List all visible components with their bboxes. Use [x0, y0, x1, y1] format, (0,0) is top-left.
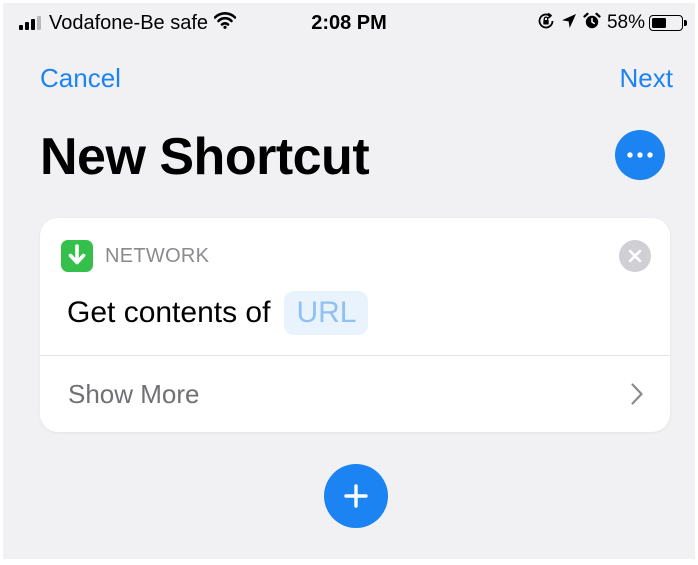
location-arrow-icon [555, 13, 577, 34]
get-contents-of-url-action[interactable]: NETWORK Get contents of URL Show More [40, 218, 670, 432]
cancel-button[interactable]: Cancel [40, 63, 121, 93]
alarm-icon [577, 12, 601, 35]
action-parameter-row: Get contents of URL [67, 290, 369, 336]
remove-action-button[interactable] [619, 240, 651, 272]
action-text: Get contents of [67, 296, 271, 329]
show-more-label: Show More [68, 379, 200, 409]
ellipsis-icon [627, 152, 653, 158]
chevron-right-icon [631, 383, 643, 405]
more-options-button[interactable] [615, 130, 665, 180]
category-label: NETWORK [105, 244, 210, 267]
page-title: New Shortcut [40, 128, 370, 186]
download-arrow-icon [61, 240, 93, 272]
battery-level [652, 18, 666, 28]
shortcut-editor-screen: Vodafone-Be safe 2:08 PM 58% Cancel Next… [3, 3, 695, 559]
battery-percent: 58% [606, 12, 645, 33]
plus-icon [344, 484, 368, 508]
url-parameter-token[interactable]: URL [284, 291, 369, 335]
status-right: 58% [531, 12, 687, 34]
orientation-lock-icon [531, 12, 555, 35]
action-category: NETWORK [61, 240, 209, 272]
close-icon [628, 249, 642, 263]
battery-icon [649, 15, 683, 31]
status-bar: Vodafone-Be safe 2:08 PM 58% [3, 3, 695, 43]
next-button[interactable]: Next [620, 63, 673, 93]
battery-cap [684, 20, 687, 26]
add-action-button[interactable] [324, 464, 388, 528]
show-more-row[interactable]: Show More [40, 356, 670, 432]
